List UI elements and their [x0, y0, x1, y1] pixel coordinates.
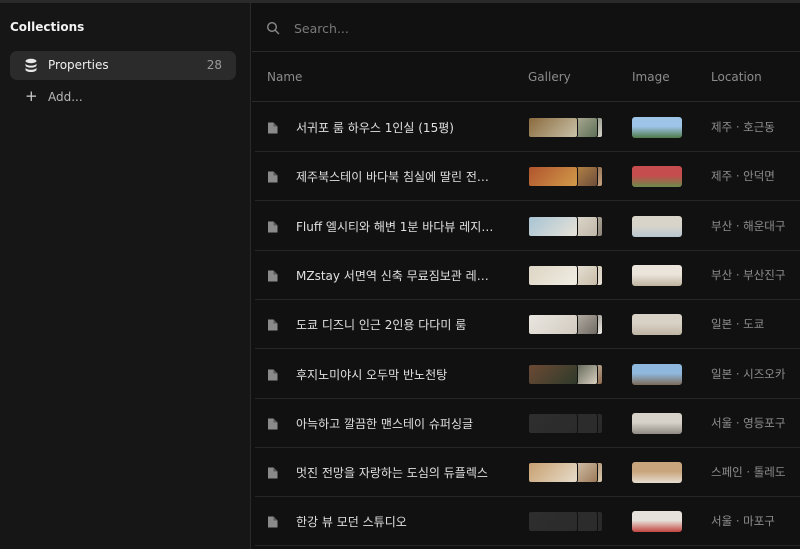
- table-row[interactable]: 제주북스테이 바다북 침실에 딸린 전용 정원 제주 · 안덕면: [255, 152, 800, 202]
- gallery-thumbnail: [528, 412, 578, 434]
- add-collection-label: Add...: [48, 90, 83, 104]
- column-header-location[interactable]: Location: [711, 70, 762, 84]
- row-name: 멋진 전망을 자랑하는 도심의 듀플렉스: [296, 466, 488, 481]
- column-header-image[interactable]: Image: [632, 70, 670, 84]
- row-gallery[interactable]: [528, 215, 603, 237]
- row-name: Fluff 엘시티와 해변 1분 바다뷰 레지던스: [296, 219, 496, 234]
- row-location: 일본 · 시즈오카: [711, 366, 786, 381]
- gallery-thumbnail: [528, 363, 578, 385]
- row-gallery[interactable]: [528, 511, 603, 533]
- row-image-thumbnail[interactable]: [632, 314, 682, 336]
- row-location: 서울 · 영등포구: [711, 415, 786, 430]
- plus-icon: +: [25, 87, 38, 105]
- table-row[interactable]: 서귀포 룸 하우스 1인실 (15평) 제주 · 호근동: [255, 103, 800, 152]
- file-icon: [268, 171, 278, 183]
- table-row[interactable]: 아늑하고 깔끔한 맨스테이 슈퍼싱글 서울 · 영등포구: [255, 399, 800, 448]
- row-location: 제주 · 호근동: [711, 120, 775, 134]
- sidebar-item-properties[interactable]: Properties 28: [10, 51, 236, 80]
- row-image-thumbnail[interactable]: [632, 215, 682, 237]
- gallery-thumbnail: [528, 166, 578, 188]
- row-image-thumbnail[interactable]: [632, 412, 682, 434]
- search-input[interactable]: [294, 17, 774, 39]
- file-icon: [268, 270, 278, 282]
- row-gallery[interactable]: [528, 264, 603, 286]
- row-location: 일본 · 도쿄: [711, 317, 765, 332]
- table-row[interactable]: 후지노미야시 오두막 반노천탕 일본 · 시즈오카: [255, 350, 800, 399]
- column-header-name[interactable]: Name: [267, 70, 302, 84]
- collections-title: Collections: [10, 20, 85, 34]
- row-gallery[interactable]: [528, 363, 603, 385]
- gallery-thumbnail: [528, 511, 578, 533]
- file-icon: [268, 467, 278, 479]
- row-gallery[interactable]: [528, 462, 603, 484]
- row-location: 부산 · 해운대구: [711, 218, 786, 233]
- row-name: 후지노미야시 오두막 반노천탕: [296, 367, 448, 382]
- table-row[interactable]: Fluff 엘시티와 해변 1분 바다뷰 레지던스 부산 · 해운대구: [255, 202, 800, 251]
- row-location: 스페인 · 톨레도: [711, 465, 786, 480]
- row-image-thumbnail[interactable]: [632, 117, 682, 138]
- file-icon: [268, 319, 278, 331]
- table-row[interactable]: 도쿄 디즈니 인근 2인용 다다미 룸 일본 · 도쿄: [255, 300, 800, 350]
- row-image-thumbnail[interactable]: [632, 264, 682, 286]
- add-collection-button[interactable]: + Add...: [10, 85, 236, 111]
- row-image-thumbnail[interactable]: [632, 511, 682, 533]
- sidebar: Collections Properties 28 + Add...: [0, 3, 251, 549]
- row-name: 서귀포 룸 하우스 1인실 (15평): [296, 121, 454, 135]
- row-gallery[interactable]: [528, 314, 603, 336]
- gallery-thumbnail: [528, 215, 578, 237]
- file-icon: [268, 221, 278, 233]
- row-image-thumbnail[interactable]: [632, 363, 682, 385]
- file-icon: [268, 516, 278, 528]
- file-icon: [268, 369, 278, 380]
- main-panel: Name Gallery Image Location 서귀포 룸 하우스 1인…: [252, 3, 800, 549]
- gallery-thumbnail: [528, 462, 578, 484]
- row-image-thumbnail[interactable]: [632, 166, 682, 188]
- file-icon: [268, 122, 278, 134]
- row-gallery[interactable]: [528, 412, 603, 434]
- row-image-thumbnail[interactable]: [632, 462, 682, 484]
- column-header-gallery[interactable]: Gallery: [528, 70, 571, 84]
- table-row[interactable]: MZstay 서면역 신축 무료짐보관 레지던스 부산 · 부산진구: [255, 251, 800, 300]
- row-name: 도쿄 디즈니 인근 2인용 다다미 룸: [296, 318, 467, 333]
- row-name: 아늑하고 깔끔한 맨스테이 슈퍼싱글: [296, 416, 474, 431]
- gallery-thumbnail: [528, 314, 578, 336]
- sidebar-item-label: Properties: [48, 58, 109, 72]
- gallery-thumbnail: [528, 117, 578, 138]
- sidebar-item-count: 28: [206, 58, 222, 72]
- row-gallery[interactable]: [528, 166, 603, 188]
- table-row[interactable]: 한강 뷰 모던 스튜디오 서울 · 마포구: [255, 497, 800, 547]
- row-location: 서울 · 마포구: [711, 514, 775, 529]
- row-name: 제주북스테이 바다북 침실에 딸린 전용 정원: [296, 170, 496, 185]
- table-header: Name Gallery Image Location: [252, 53, 800, 102]
- file-icon: [268, 418, 278, 430]
- row-location: 부산 · 부산진구: [711, 267, 786, 282]
- row-name: 한강 뷰 모던 스튜디오: [296, 515, 407, 530]
- row-gallery[interactable]: [528, 117, 603, 138]
- search-icon: [266, 21, 280, 35]
- database-icon: [25, 58, 37, 72]
- gallery-thumbnail: [528, 264, 578, 286]
- row-location: 제주 · 안덕면: [711, 169, 775, 184]
- row-name: MZstay 서면역 신축 무료짐보관 레지던스: [296, 268, 496, 283]
- table-row[interactable]: 멋진 전망을 자랑하는 도심의 듀플렉스 스페인 · 톨레도: [255, 448, 800, 498]
- search-bar: [252, 3, 800, 52]
